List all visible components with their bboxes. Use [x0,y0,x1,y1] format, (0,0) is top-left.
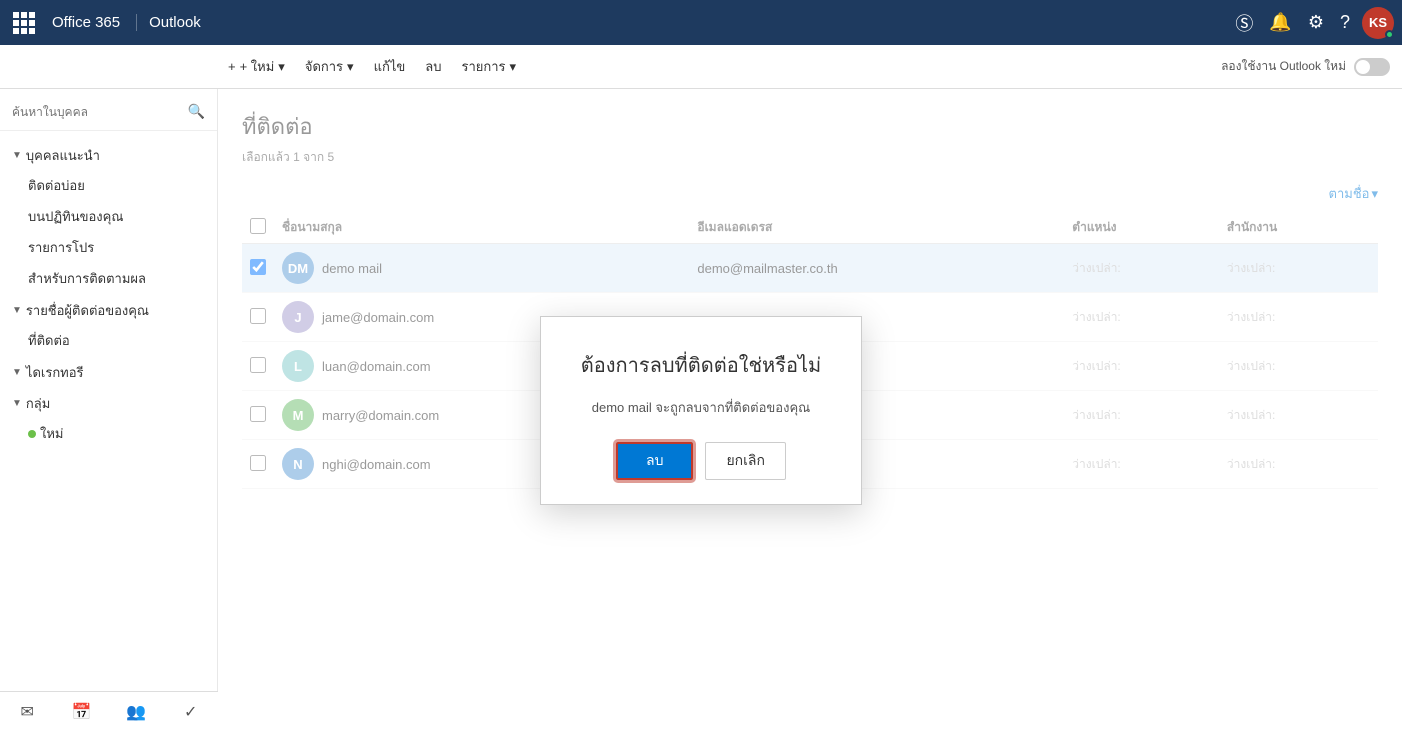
delete-label: ลบ [425,56,441,77]
bell-icon[interactable]: 🔔 [1269,12,1291,33]
skype-icon[interactable]: Ⓢ [1235,10,1253,36]
edit-label: แก้ไข [374,56,406,77]
manage-label: จัดการ [305,56,343,77]
sidebar-section-directory[interactable]: ▼ ไดเรกทอรี [0,356,217,387]
gear-icon[interactable]: ⚙ [1308,12,1324,33]
edit-button[interactable]: แก้ไข [366,52,414,81]
sidebar-section-recommended[interactable]: ▼ บุคคลแนะนำ [0,139,217,170]
manage-chevron-icon: ▾ [347,59,354,75]
app-name: Office 365 [48,14,137,31]
bottom-nav: ✉ 📅 👥 ✓ [0,691,218,731]
sidebar-item-calendar[interactable]: บนปฏิทินของคุณ [0,201,217,232]
new-outlook-toggle-area: ลองใช้งาน Outlook ใหม่ [1221,57,1390,76]
confirm-delete-modal: ต้องการลบที่ติดต่อใช่หรือไม่ demo mail จ… [540,316,862,505]
search-icon[interactable]: 🔍 [188,103,205,120]
calendar-icon: 📅 [72,702,92,722]
module-name: Outlook [149,14,201,31]
nav-contacts[interactable]: 👥 [109,692,164,731]
topbar: Office 365 Outlook Ⓢ 🔔 ⚙ ? KS [0,0,1402,45]
manage-button[interactable]: จัดการ ▾ [297,52,362,81]
toolbar: + + ใหม่ ▾ จัดการ ▾ แก้ไข ลบ รายการ ▾ ลอ… [0,45,1402,89]
chevron-down-icon-3: ▼ [12,367,22,378]
sidebar: 🔍 ▼ บุคคลแนะนำ ติดต่อบ่อย บนปฏิทินของคุณ… [0,89,218,731]
sidebar-item-followup[interactable]: สำหรับการติดตามผล [0,263,217,294]
new-outlook-label: ลองใช้งาน Outlook ใหม่ [1221,57,1346,76]
modal-title: ต้องการลบที่ติดต่อใช่หรือไม่ [581,349,821,381]
list-button[interactable]: รายการ ▾ [453,52,524,81]
main-layout: 🔍 ▼ บุคคลแนะนำ ติดต่อบ่อย บนปฏิทินของคุณ… [0,89,1402,731]
new-dot [28,430,36,438]
section-contacts-label: รายชื่อผู้ติดต่อของคุณ [26,300,149,321]
sidebar-item-contacts[interactable]: ที่ติดต่อ [0,325,217,356]
sidebar-item-new-group[interactable]: ใหม่ [0,418,217,449]
delete-toolbar-button[interactable]: ลบ [417,52,449,81]
section-recommended-label: บุคคลแนะนำ [26,145,100,166]
cancel-button[interactable]: ยกเลิก [705,442,786,480]
confirm-delete-button[interactable]: ลบ [616,442,693,480]
modal-overlay: ต้องการลบที่ติดต่อใช่หรือไม่ demo mail จ… [218,89,1402,731]
nav-calendar[interactable]: 📅 [55,692,110,731]
section-directory-label: ไดเรกทอรี [26,362,84,383]
presence-dot [1385,30,1394,39]
waffle-icon [13,12,35,34]
sidebar-item-frequent[interactable]: ติดต่อบ่อย [0,170,217,201]
new-outlook-toggle[interactable] [1354,58,1390,76]
waffle-menu[interactable] [8,7,40,39]
section-groups-label: กลุ่ม [26,393,50,414]
list-chevron-icon: ▾ [510,59,517,75]
main-content: ที่ติดต่อ เลือกแล้ว 1 จาก 5 ตามชื่อ ▾ ชื… [218,89,1402,731]
modal-actions: ลบ ยกเลิก [581,442,821,480]
chevron-down-icon-2: ▼ [12,305,22,316]
avatar[interactable]: KS [1362,7,1394,39]
search-row: 🔍 [0,97,217,131]
sidebar-item-favorites[interactable]: รายการโปร [0,232,217,263]
chevron-down-icon-4: ▼ [12,398,22,409]
new-chevron-icon: ▾ [278,59,285,75]
topbar-icons: Ⓢ 🔔 ⚙ ? [1235,10,1350,36]
tasks-icon: ✓ [184,702,197,722]
nav-mail[interactable]: ✉ [0,692,55,731]
new-button[interactable]: + + ใหม่ ▾ [220,52,293,81]
list-label: รายการ [461,56,505,77]
modal-body: demo mail จะถูกลบจากที่ติดต่อของคุณ [581,397,821,418]
mail-icon: ✉ [21,702,34,722]
chevron-down-icon: ▼ [12,150,22,161]
avatar-initials: KS [1369,15,1387,30]
contacts-icon: 👥 [126,702,146,722]
new-label: + ใหม่ [240,56,275,77]
help-icon[interactable]: ? [1340,12,1350,33]
nav-tasks[interactable]: ✓ [164,692,219,731]
new-badge: ใหม่ [28,423,64,444]
sidebar-section-groups[interactable]: ▼ กลุ่ม [0,387,217,418]
plus-icon: + [228,59,236,74]
search-input[interactable] [12,105,188,119]
sidebar-section-contacts[interactable]: ▼ รายชื่อผู้ติดต่อของคุณ [0,294,217,325]
